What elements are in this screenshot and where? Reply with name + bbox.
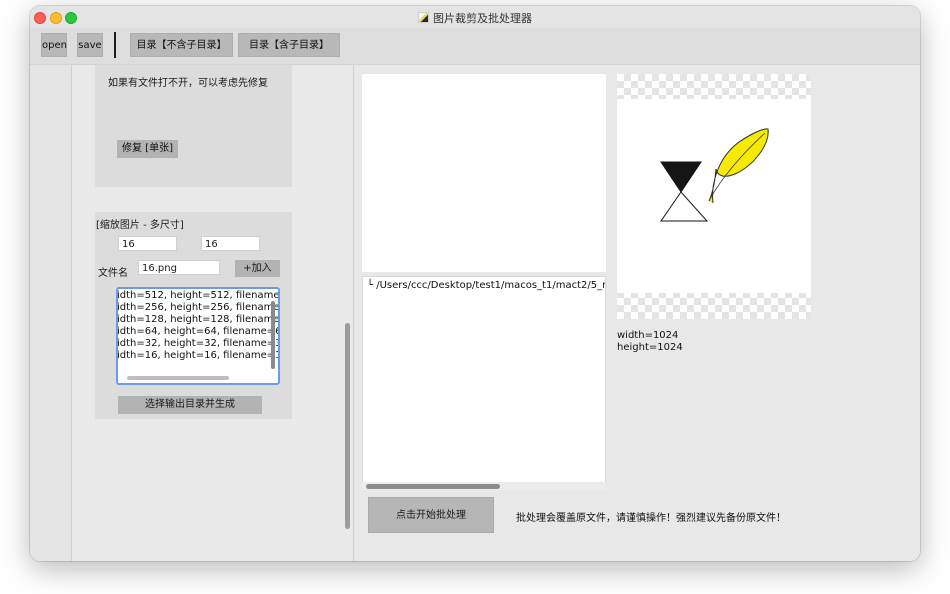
open-button[interactable]: open bbox=[41, 33, 67, 57]
file-list-horizontal-scrollbar[interactable] bbox=[366, 484, 500, 489]
size-list-textarea[interactable]: idth=512, height=512, filename=" idth=25… bbox=[116, 287, 280, 385]
repair-panel: 如果有文件打不开，可以考虑先修复 修复 [单张] bbox=[95, 65, 292, 187]
directory-with-subdirs-button[interactable]: 目录【含子目录】 bbox=[238, 33, 340, 57]
add-size-button[interactable]: +加入 bbox=[235, 260, 280, 277]
textarea-horizontal-scrollbar[interactable] bbox=[127, 376, 229, 380]
title-bar: 图片裁剪及批处理器 bbox=[30, 6, 920, 29]
repair-hint: 如果有文件打不开，可以考虑先修复 bbox=[108, 78, 268, 89]
main-content: 如果有文件打不开，可以考虑先修复 修复 [单张] [缩放图片 - 多尺寸] 16… bbox=[30, 65, 920, 561]
size-line: idth=32, height=32, filename=32 bbox=[117, 338, 280, 349]
width-input[interactable]: 16 bbox=[118, 236, 177, 251]
app-window: 图片裁剪及批处理器 open save 目录【不含子目录】 目录【含子目录】 如… bbox=[30, 6, 920, 561]
left-pane-scrollbar[interactable] bbox=[345, 323, 350, 529]
directory-no-subdirs-button[interactable]: 目录【不含子目录】 bbox=[130, 33, 233, 57]
size-line: idth=256, height=256, filename= bbox=[117, 302, 280, 313]
file-list[interactable]: └ /Users/ccc/Desktop/test1/macos_t1/mact… bbox=[362, 276, 606, 489]
size-line: idth=512, height=512, filename=" bbox=[117, 290, 280, 301]
file-list-item[interactable]: └ /Users/ccc/Desktop/test1/macos_t1/mact… bbox=[367, 280, 605, 291]
left-pane: 如果有文件打不开，可以考虑先修复 修复 [单张] [缩放图片 - 多尺寸] 16… bbox=[72, 65, 342, 561]
repair-single-button[interactable]: 修复 [单张] bbox=[117, 140, 178, 158]
textarea-vertical-scrollbar[interactable] bbox=[271, 301, 275, 369]
resize-title: [缩放图片 - 多尺寸] bbox=[96, 220, 184, 231]
hourglass-top bbox=[660, 161, 702, 193]
image-width-text: width=1024 bbox=[617, 330, 679, 341]
icon-artwork bbox=[660, 128, 769, 222]
crop-preview-area[interactable] bbox=[362, 74, 606, 272]
size-line: idth=16, height=16, filename=16.p bbox=[117, 350, 280, 361]
window-title: 图片裁剪及批处理器 bbox=[433, 12, 532, 25]
filename-label: 文件名 bbox=[98, 268, 128, 279]
size-line: idth=128, height=128, filename=1 bbox=[117, 314, 280, 325]
height-input[interactable]: 16 bbox=[201, 236, 260, 251]
toolbar-separator bbox=[114, 32, 116, 58]
left-strip bbox=[30, 65, 72, 561]
save-button[interactable]: save bbox=[77, 33, 103, 57]
toolbar: open save 目录【不含子目录】 目录【含子目录】 bbox=[30, 28, 920, 65]
image-height-text: height=1024 bbox=[617, 342, 683, 353]
start-batch-button[interactable]: 点击开始批处理 bbox=[368, 497, 494, 533]
right-pane: └ /Users/ccc/Desktop/test1/macos_t1/mact… bbox=[354, 65, 920, 561]
batch-warning: 批处理会覆盖原文件，请谨慎操作！强烈建议先备份原文件！ bbox=[516, 513, 786, 524]
hourglass-bottom bbox=[660, 191, 709, 222]
filename-input[interactable]: 16.png bbox=[138, 260, 220, 275]
size-line: idth=64, height=64, filename=64 bbox=[117, 326, 280, 337]
app-icon bbox=[418, 12, 429, 23]
resize-panel: [缩放图片 - 多尺寸] 16 16 文件名 16.png +加入 idth=5… bbox=[95, 212, 292, 419]
choose-output-and-generate-button[interactable]: 选择输出目录并生成 bbox=[118, 396, 262, 414]
leaf-shape bbox=[708, 128, 769, 204]
image-preview bbox=[617, 99, 811, 293]
